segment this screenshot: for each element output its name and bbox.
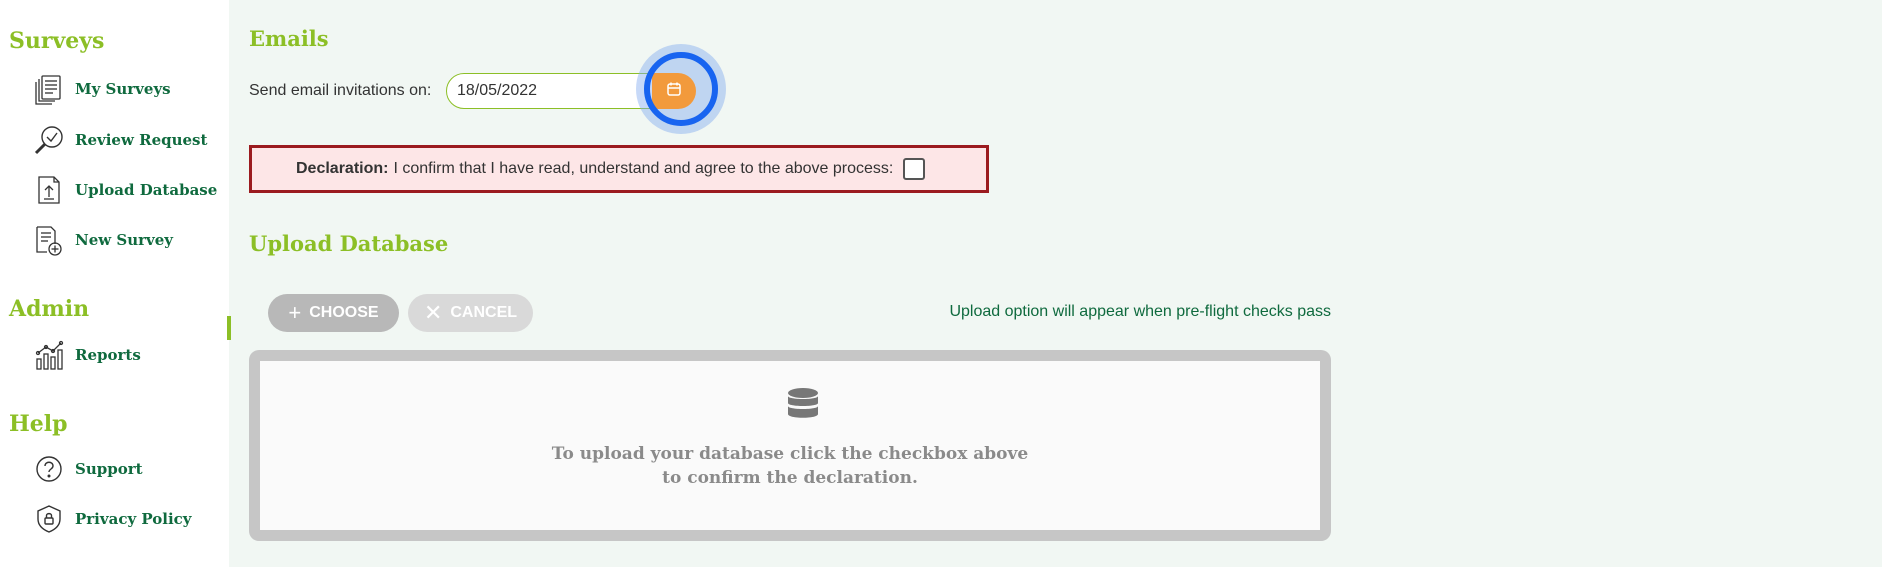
search-check-icon	[31, 122, 67, 158]
sidebar-item-label: Support	[75, 460, 143, 478]
database-icon	[787, 387, 819, 426]
upload-dropzone[interactable]: To upload your database click the checkb…	[249, 350, 1331, 541]
upload-status-note: Upload option will appear when pre-fligh…	[949, 303, 1331, 320]
sidebar-item-support[interactable]: Support	[31, 451, 143, 487]
sidebar-item-my-surveys[interactable]: My Surveys	[31, 71, 171, 107]
sidebar-item-privacy-policy[interactable]: Privacy Policy	[31, 501, 192, 537]
sidebar-item-label: Review Request	[75, 131, 208, 149]
upload-file-icon	[31, 172, 67, 208]
focus-ring	[644, 52, 718, 126]
sidebar-item-label: Upload Database	[75, 181, 218, 199]
sidebar-item-label: My Surveys	[75, 80, 171, 98]
declaration-label: Declaration:	[296, 160, 389, 177]
close-icon: ✕	[423, 300, 443, 325]
dropzone-line-1: To upload your database click the checkb…	[551, 444, 1029, 464]
shield-lock-icon	[31, 501, 67, 537]
sidebar-item-label: Privacy Policy	[75, 510, 192, 528]
section-heading-admin: Admin	[9, 296, 90, 322]
documents-icon	[31, 71, 67, 107]
chart-icon	[31, 337, 67, 373]
choose-label: CHOOSE	[309, 304, 379, 321]
declaration-text: I confirm that I have read, understand a…	[393, 160, 894, 177]
sidebar-item-reports[interactable]: Reports	[31, 337, 141, 373]
send-date-input[interactable]	[446, 73, 654, 109]
declaration-box: Declaration: I confirm that I have read,…	[249, 145, 989, 193]
emails-heading: Emails	[249, 26, 329, 51]
section-heading-surveys: Surveys	[9, 28, 105, 54]
dropzone-line-2: to confirm the declaration.	[662, 468, 918, 488]
cancel-label: CANCEL	[450, 304, 518, 321]
dropzone-message: To upload your database click the checkb…	[260, 442, 1320, 490]
help-icon	[31, 451, 67, 487]
declaration-checkbox[interactable]	[903, 158, 926, 180]
plus-icon: +	[288, 300, 302, 325]
section-heading-help: Help	[9, 411, 68, 437]
choose-button[interactable]: + CHOOSE	[268, 294, 399, 332]
send-email-label: Send email invitations on:	[249, 82, 432, 99]
upload-database-heading: Upload Database	[249, 231, 449, 256]
sidebar-item-new-survey[interactable]: New Survey	[31, 222, 173, 258]
new-document-icon	[31, 222, 67, 258]
sidebar-item-upload-database[interactable]: Upload Database	[31, 172, 217, 208]
sidebar-item-label: New Survey	[75, 231, 174, 249]
cancel-button[interactable]: ✕ CANCEL	[408, 294, 533, 332]
sidebar-item-label: Reports	[75, 346, 141, 364]
sidebar: Surveys My Surveys Review Request Upload…	[0, 0, 229, 567]
sidebar-item-review-request[interactable]: Review Request	[31, 122, 207, 158]
main-content: Emails Send email invitations on: Declar…	[229, 0, 1882, 567]
